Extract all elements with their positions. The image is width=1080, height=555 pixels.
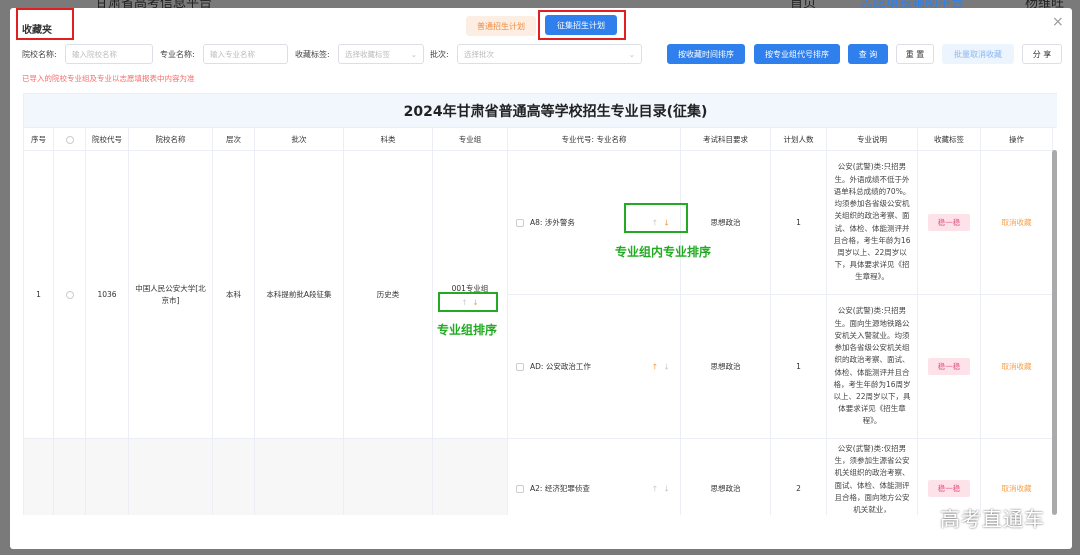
annotation-box-tab: [538, 10, 626, 40]
header-major: 专业代号: 专业名称: [507, 127, 681, 151]
tag-select-placeholder: 选择收藏标签: [345, 49, 390, 59]
header-level: 层次: [212, 127, 255, 151]
cell-school-name: 中国人民公安大学[北京市]: [128, 150, 213, 439]
annotation-box-inner-sort: [624, 203, 688, 233]
annotation-box-group-sort: [438, 292, 498, 312]
major-move-down-icon[interactable]: ↓: [663, 362, 670, 371]
notice-text: 已导入的院校专业组及专业以志愿填报表中内容为准: [22, 74, 195, 83]
cancel-favorite-link[interactable]: 取消收藏: [1002, 484, 1032, 493]
batch-select-placeholder: 选择批次: [464, 49, 494, 59]
major-checkbox[interactable]: [516, 485, 524, 493]
major-label: 专业名称:: [160, 50, 195, 59]
cell-subject: 思想政治: [680, 438, 771, 515]
cell-category: 历史类: [343, 150, 433, 439]
tag-label: 收藏标签:: [295, 50, 330, 59]
major-move-up-icon[interactable]: ↑: [652, 362, 659, 371]
major-name: A2: 经济犯罪侦查: [530, 484, 590, 493]
major-checkbox[interactable]: [516, 363, 524, 371]
cell-select[interactable]: [53, 150, 86, 439]
cell-index: 1: [23, 150, 54, 439]
sort-by-time-button[interactable]: 按收藏时间排序: [667, 44, 745, 64]
batch-select[interactable]: 选择批次 ⌄: [457, 44, 642, 64]
school-label: 院校名称:: [22, 50, 57, 59]
major-name: AD: 公安政治工作: [530, 362, 591, 371]
header-category: 科类: [343, 127, 433, 151]
major-input[interactable]: 输入专业名称: [203, 44, 288, 64]
table-scrollbar[interactable]: [1052, 150, 1057, 515]
header-select-all[interactable]: [53, 127, 86, 151]
header-action: 操作: [980, 127, 1053, 151]
batch-cancel-button[interactable]: 批量取消收藏: [942, 44, 1014, 64]
tab-normal-plan[interactable]: 普通招生计划: [466, 16, 536, 36]
tag-badge[interactable]: 稳一稳: [927, 214, 971, 231]
favorites-modal: 收藏夹 普通招生计划 征集招生计划 × 院校名称: 输入院校名称 专业名称: 输…: [10, 8, 1072, 549]
cell-subject: 思想政治: [680, 294, 771, 439]
header-spacer: [1051, 127, 1057, 151]
annotation-inner-sort: 专业组内专业排序: [615, 245, 712, 259]
table-row: 1 1036 中国人民公安大学[北京市] 本科 本科提前批A段征集 历史类 00…: [23, 150, 1057, 439]
tag-badge[interactable]: 稳一稳: [927, 480, 971, 497]
select-all-checkbox[interactable]: [65, 135, 74, 144]
cell-batch: 本科提前批A段征集: [254, 150, 344, 439]
cell-plan: 1: [770, 150, 827, 295]
close-icon[interactable]: ×: [1052, 14, 1064, 30]
chevron-down-icon: ⌄: [410, 49, 417, 59]
cell-major: AD: 公安政治工作 ↑ ↓: [507, 294, 681, 439]
cell-plan: 2: [770, 438, 827, 515]
cell-plan: 1: [770, 294, 827, 439]
header-index: 序号: [23, 127, 54, 151]
cell-subject: 思想政治: [680, 150, 771, 295]
row-checkbox[interactable]: [65, 291, 74, 299]
header-batch: 批次: [254, 127, 344, 151]
cell-tag: 稳一稳: [917, 150, 981, 295]
cell-action: 取消收藏: [980, 150, 1053, 295]
annotation-group-sort: 专业组排序: [437, 323, 498, 337]
cell-desc: 公安(武警)类:只招男生。外语成绩不低于外语单科总成绩的70%。均须参加各省级公…: [826, 150, 918, 295]
header-desc: 专业说明: [826, 127, 918, 151]
major-name: A8: 涉外警务: [530, 218, 575, 227]
tag-badge[interactable]: 稳一稳: [927, 358, 971, 375]
reset-button[interactable]: 重 置: [896, 44, 934, 64]
header-group: 专业组: [432, 127, 508, 151]
cell-school-code: 1036: [85, 150, 129, 439]
batch-label: 批次:: [430, 50, 449, 59]
header-school-code: 院校代号: [85, 127, 129, 151]
annotation-box-title: [16, 8, 74, 40]
sort-by-group-button[interactable]: 按专业组代号排序: [754, 44, 840, 64]
header-school-name: 院校名称: [128, 127, 213, 151]
major-move-down-icon[interactable]: ↓: [663, 484, 670, 493]
cell-desc: 公安(武警)类:只招男生。面向生源地铁路公安机关入警就业。均须参加各省级公安机关…: [826, 294, 918, 439]
cell-tag: 稳一稳: [917, 294, 981, 439]
header-tag: 收藏标签: [917, 127, 981, 151]
cell-desc: 公安(武警)类:仅招男生，须参加生源省公安机关组织的政治考察、面试、体检、体能测…: [826, 438, 918, 515]
major-checkbox[interactable]: [516, 219, 524, 227]
major-table: 2024年甘肃省普通高等学校招生专业目录(征集) 序号 院校代号 院校名称 层次…: [23, 93, 1057, 515]
cancel-favorite-link[interactable]: 取消收藏: [1002, 362, 1032, 371]
cell-action: 取消收藏: [980, 294, 1053, 439]
cell-level: 本科: [212, 150, 255, 439]
school-input[interactable]: 输入院校名称: [65, 44, 153, 64]
tag-select[interactable]: 选择收藏标签 ⌄: [338, 44, 424, 64]
share-button[interactable]: 分 享: [1022, 44, 1062, 64]
chevron-down-icon: ⌄: [628, 49, 635, 59]
watermark: 高考直通车: [940, 507, 1045, 531]
query-button[interactable]: 查 询: [848, 44, 888, 64]
header-plan: 计划人数: [770, 127, 827, 151]
cancel-favorite-link[interactable]: 取消收藏: [1002, 218, 1032, 227]
major-move-up-icon[interactable]: ↑: [652, 484, 659, 493]
header-subject: 考试科目要求: [680, 127, 771, 151]
table-row: A2: 经济犯罪侦查 ↑ ↓ 思想政治 2 公安(武警)类:仅招男生，须参加生源省…: [23, 438, 1057, 515]
table-title: 2024年甘肃省普通高等学校招生专业目录(征集): [23, 93, 1057, 128]
cell-major: A2: 经济犯罪侦查 ↑ ↓: [507, 438, 681, 515]
